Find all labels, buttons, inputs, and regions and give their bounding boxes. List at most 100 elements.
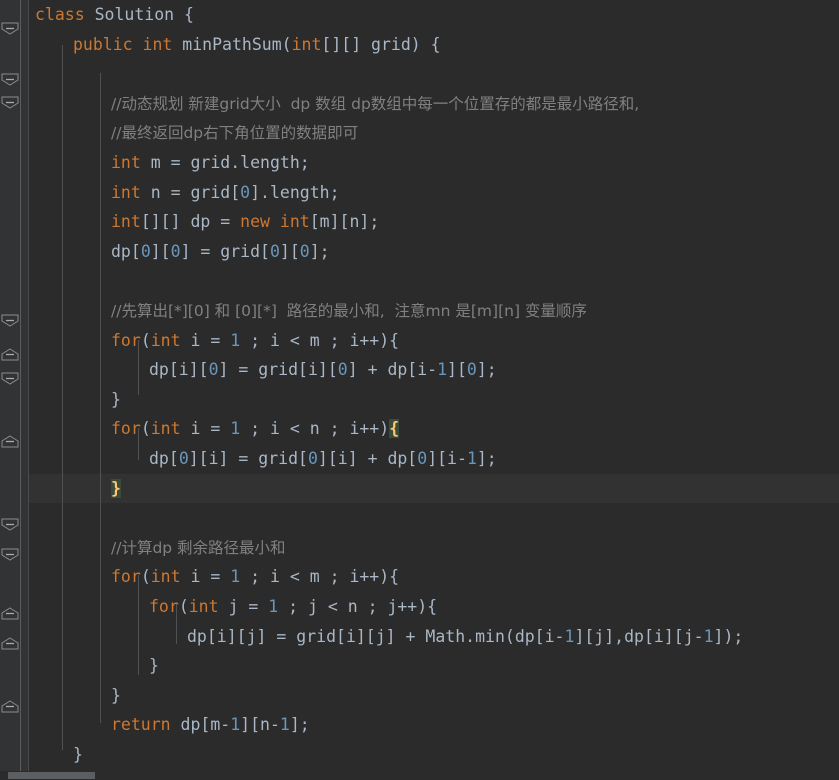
- code-identifier: ].length;: [250, 182, 340, 202]
- code-line[interactable]: int n = grid[0].length;: [28, 178, 839, 208]
- code-identifier: Solution {: [84, 5, 194, 24]
- code-line[interactable]: public int minPathSum(int[][] grid) {: [28, 30, 839, 60]
- code-number: 0: [337, 360, 348, 380]
- fold-marker-end-icon[interactable]: [1, 637, 20, 650]
- code-keyword: int: [142, 34, 173, 54]
- code-identifier: dp[: [111, 241, 141, 261]
- indent-guide: [62, 45, 63, 750]
- code-identifier: ; i < m ; i++){: [240, 567, 400, 587]
- code-identifier: [][] dp =: [140, 212, 241, 232]
- fold-marker-expanded-icon[interactable]: [1, 96, 20, 109]
- code-line[interactable]: return dp[m-1][n-1];: [28, 710, 839, 740]
- fold-marker-end-icon[interactable]: [1, 700, 20, 713]
- code-number: 1: [230, 715, 241, 735]
- code-identifier: i =: [180, 567, 231, 587]
- code-keyword: int: [291, 34, 322, 54]
- code-identifier: ][i] + dp[: [317, 449, 418, 468]
- code-line[interactable]: int m = grid.length;: [28, 148, 839, 178]
- matched-brace: {: [389, 419, 400, 439]
- code-line[interactable]: }: [28, 681, 839, 711]
- code-line[interactable]: for(int j = 1 ; j < n ; j++){: [28, 592, 839, 622]
- code-line[interactable]: //先算出[*][0] 和 [0][*] 路径的最小和, 注意mn 是[m][n…: [28, 296, 839, 326]
- fold-marker-end-icon[interactable]: [1, 607, 20, 620]
- fold-region-line: [20, 0, 21, 780]
- code-identifier: ; i < n ; i++): [240, 419, 390, 439]
- code-number: 0: [269, 241, 280, 261]
- indent-guide: [100, 73, 101, 723]
- code-editor[interactable]: class Solution {public int minPathSum(in…: [0, 0, 839, 780]
- code-line[interactable]: //计算dp 剩余路径最小和: [28, 533, 839, 563]
- code-identifier: ] = grid[: [180, 241, 270, 261]
- code-line[interactable]: class Solution {: [28, 0, 839, 30]
- fold-marker-expanded-icon[interactable]: [1, 548, 20, 561]
- code-keyword: for: [111, 330, 141, 350]
- code-line[interactable]: }: [28, 385, 839, 415]
- code-identifier: ][i] = grid[: [188, 449, 308, 468]
- code-identifier: (: [178, 597, 189, 616]
- code-content[interactable]: class Solution {public int minPathSum(in…: [28, 0, 839, 780]
- code-number: 0: [466, 360, 477, 380]
- code-keyword: int: [279, 212, 310, 232]
- fold-marker-end-icon[interactable]: [1, 435, 20, 448]
- code-keyword: int: [111, 182, 141, 202]
- code-identifier: j =: [218, 597, 269, 616]
- code-identifier: }: [111, 389, 121, 409]
- code-line[interactable]: dp[i][0] = grid[i][0] + dp[i-1][0];: [28, 355, 839, 385]
- horizontal-scrollbar[interactable]: [0, 771, 839, 780]
- code-line[interactable]: dp[i][j] = grid[i][j] + Math.min(dp[i-1]…: [28, 622, 839, 652]
- code-keyword: int: [188, 597, 219, 616]
- fold-marker-expanded-icon[interactable]: [1, 73, 20, 86]
- code-identifier: (: [140, 419, 151, 439]
- code-keyword: class: [35, 5, 85, 24]
- code-identifier: [270, 212, 280, 231]
- code-keyword: public: [73, 34, 133, 54]
- code-keyword: int: [150, 330, 181, 350]
- code-identifier: ; i < m ; i++){: [240, 330, 400, 350]
- code-keyword: int: [111, 212, 141, 232]
- code-identifier: dp[m-: [170, 715, 231, 735]
- code-number: 0: [170, 241, 181, 261]
- fold-marker-expanded-icon[interactable]: [1, 518, 20, 531]
- code-comment: //先算出[*][0] 和 [0][*] 路径的最小和, 注意mn 是[m][n…: [111, 302, 587, 320]
- code-line[interactable]: int[][] dp = new int[m][n];: [28, 207, 839, 237]
- indent-guide: [138, 340, 139, 395]
- code-line[interactable]: }: [28, 740, 839, 770]
- fold-marker-expanded-icon[interactable]: [1, 314, 20, 327]
- code-line[interactable]: //动态规划 新建grid大小 dp 数组 dp数组中每一个位置存的都是最小路径…: [28, 89, 839, 119]
- code-comment: //最终返回dp右下角位置的数据即可: [111, 124, 359, 143]
- fold-marker-end-icon[interactable]: [1, 348, 20, 361]
- code-identifier: ];: [309, 241, 330, 261]
- fold-marker-expanded-icon[interactable]: [1, 372, 20, 385]
- code-identifier: m = grid.length;: [140, 153, 310, 172]
- code-comment: //动态规划 新建grid大小 dp 数组 dp数组中每一个位置存的都是最小路径…: [111, 94, 640, 113]
- code-keyword: for: [111, 567, 141, 587]
- code-line[interactable]: [28, 503, 839, 533]
- code-line[interactable]: }: [28, 473, 839, 504]
- code-line[interactable]: dp[0][i] = grid[0][i] + dp[0][i-1];: [28, 444, 839, 474]
- horizontal-scrollbar-thumb[interactable]: [8, 772, 95, 779]
- code-number: 1: [564, 626, 575, 646]
- code-line[interactable]: for(int i = 1 ; i < n ; i++){: [28, 414, 839, 444]
- code-identifier: i =: [180, 419, 231, 439]
- fold-marker-expanded-icon[interactable]: [1, 22, 20, 35]
- code-line[interactable]: //最终返回dp右下角位置的数据即可: [28, 118, 839, 148]
- code-line[interactable]: [28, 59, 839, 89]
- code-identifier: ];: [289, 715, 310, 735]
- code-line[interactable]: for(int i = 1 ; i < m ; i++){: [28, 562, 839, 592]
- code-number: 1: [230, 330, 241, 350]
- code-number: 0: [240, 182, 251, 202]
- code-keyword: int: [150, 419, 181, 439]
- code-identifier: ][i-: [427, 449, 467, 468]
- code-keyword: for: [149, 597, 179, 616]
- code-number: 1: [268, 597, 279, 616]
- indent-guide: [138, 575, 139, 675]
- code-line[interactable]: for(int i = 1 ; i < m ; i++){: [28, 326, 839, 356]
- editor-gutter[interactable]: [0, 0, 29, 780]
- code-identifier: ][: [279, 241, 300, 261]
- code-number: 1: [437, 360, 448, 380]
- code-identifier: ][: [447, 360, 467, 380]
- code-line[interactable]: dp[0][0] = grid[0][0];: [28, 237, 839, 267]
- code-line[interactable]: }: [28, 651, 839, 681]
- code-identifier: (: [140, 567, 151, 587]
- code-line[interactable]: [28, 266, 839, 296]
